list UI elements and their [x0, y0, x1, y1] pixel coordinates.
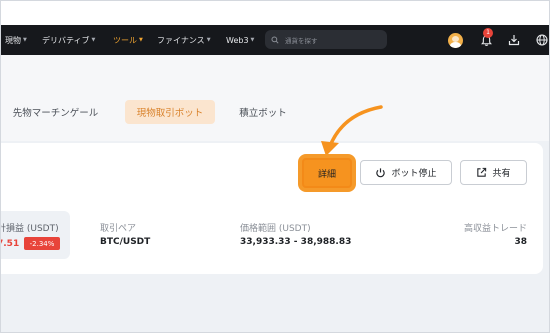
chevron-down-icon: ▼	[206, 37, 211, 43]
language-button[interactable]	[534, 25, 549, 55]
tab-label: 先物マーチンゲール	[12, 108, 99, 119]
nav-item-label: 現物	[5, 35, 21, 45]
app-window: 現物 ▼ デリバティブ ▼ ツール ▼ ファイナンス ▼ Web3 ▼ 通貨を探す	[0, 0, 550, 333]
globe-icon	[535, 34, 548, 46]
stop-bot-label: ボット停止	[391, 169, 437, 179]
notification-badge: 1	[483, 28, 493, 38]
nav-item-label: Web3	[226, 35, 249, 45]
external-link-icon	[477, 167, 487, 177]
search-input[interactable]: 通貨を探す	[265, 30, 387, 49]
price-range-value: 33,933.33 - 38,988.83	[240, 237, 352, 247]
download-icon	[508, 35, 519, 46]
power-icon	[376, 168, 386, 178]
stop-bot-button[interactable]: ボット停止	[360, 160, 452, 185]
search-placeholder: 通貨を探す	[285, 36, 318, 45]
tab-label: 積立ボット	[239, 108, 287, 119]
price-range-label: 価格範囲 (USDT)	[240, 224, 311, 234]
share-label: 共有	[492, 169, 511, 179]
share-button[interactable]: 共有	[460, 160, 527, 185]
nav-item-derivatives[interactable]: デリバティブ ▼	[42, 25, 95, 55]
pnl-value: 7.51	[1, 239, 20, 249]
download-button[interactable]	[506, 25, 521, 55]
nav-item-label: ツール	[113, 35, 137, 45]
avatar-button[interactable]	[447, 25, 464, 55]
tab-label: 現物取引ボット	[136, 108, 204, 119]
tab-spot-trading-bot[interactable]: 現物取引ボット	[125, 100, 215, 124]
nav-item-finance[interactable]: ファイナンス ▼	[157, 25, 211, 55]
chevron-down-icon: ▼	[250, 37, 255, 43]
pair-value: BTC/USDT	[100, 237, 151, 247]
pnl-panel	[1, 211, 70, 259]
pnl-percent-badge: -2.34%	[24, 237, 60, 250]
nav-item-web3[interactable]: Web3 ▼	[226, 25, 254, 55]
top-strip	[1, 1, 549, 25]
details-button[interactable]: 詳細	[302, 158, 352, 188]
tab-dca-bot[interactable]: 積立ボット	[233, 100, 293, 124]
pnl-label: 計損益 (USDT)	[0, 224, 59, 234]
tab-futures-martingale[interactable]: 先物マーチンゲール	[9, 100, 102, 124]
high-yield-value: 38	[514, 237, 527, 247]
nav-item-tools[interactable]: ツール ▼	[113, 25, 143, 55]
nav-item-spot[interactable]: 現物 ▼	[5, 25, 27, 55]
chevron-down-icon: ▼	[91, 37, 96, 43]
high-yield-label: 高収益トレード	[463, 224, 527, 234]
search-icon	[271, 35, 279, 44]
pair-label: 取引ペア	[100, 224, 137, 234]
nav-item-label: ファイナンス	[157, 35, 205, 45]
bot-tabs: 先物マーチンゲール 現物取引ボット 積立ボット	[1, 55, 549, 141]
top-navbar: 現物 ▼ デリバティブ ▼ ツール ▼ ファイナンス ▼ Web3 ▼ 通貨を探す	[1, 25, 549, 55]
details-button-label: 詳細	[317, 169, 336, 180]
notification-button[interactable]: 1	[475, 25, 497, 55]
chevron-down-icon: ▼	[139, 37, 143, 43]
highlight-arrow	[321, 105, 383, 156]
avatar	[448, 32, 463, 48]
nav-item-label: デリバティブ	[42, 35, 90, 45]
chevron-down-icon: ▼	[23, 37, 27, 43]
